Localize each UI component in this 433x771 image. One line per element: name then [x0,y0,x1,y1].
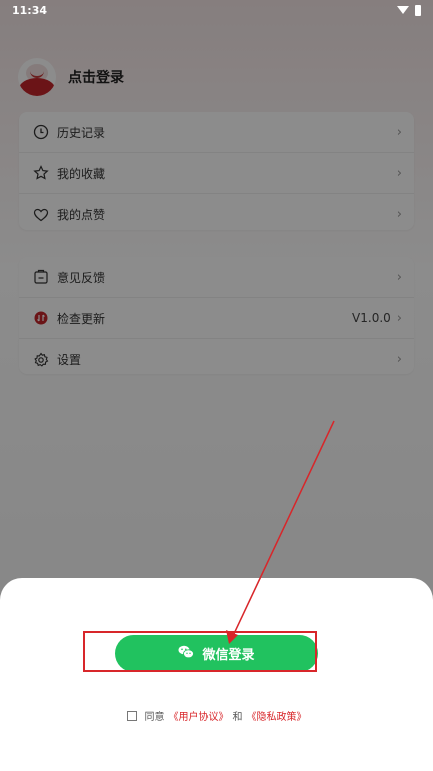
agree-text: 同意 [144,712,165,723]
wechat-login-label: 微信登录 [202,648,255,663]
agreement-row: 同意 《用户协议》 和 《隐私政策》 [0,708,433,723]
agree-checkbox[interactable] [126,710,137,721]
login-bottom-sheet: 微信登录 同意 《用户协议》 和 《隐私政策》 [0,578,433,771]
wechat-login-button[interactable]: 微信登录 [115,635,318,672]
status-time: 11:34 [12,3,48,17]
status-bar: 11:34 [0,0,433,20]
wechat-icon [178,645,195,663]
privacy-policy-link[interactable]: 《隐私政策》 [247,708,307,723]
screen: 11:34 点击登录 历史记录 › 我的收藏 › 我的点赞 › 意见反馈 › 检… [0,0,433,771]
wifi-icon [397,6,409,14]
and-text: 和 [232,712,243,723]
user-agreement-link[interactable]: 《用户协议》 [169,708,229,723]
battery-icon [415,4,421,16]
